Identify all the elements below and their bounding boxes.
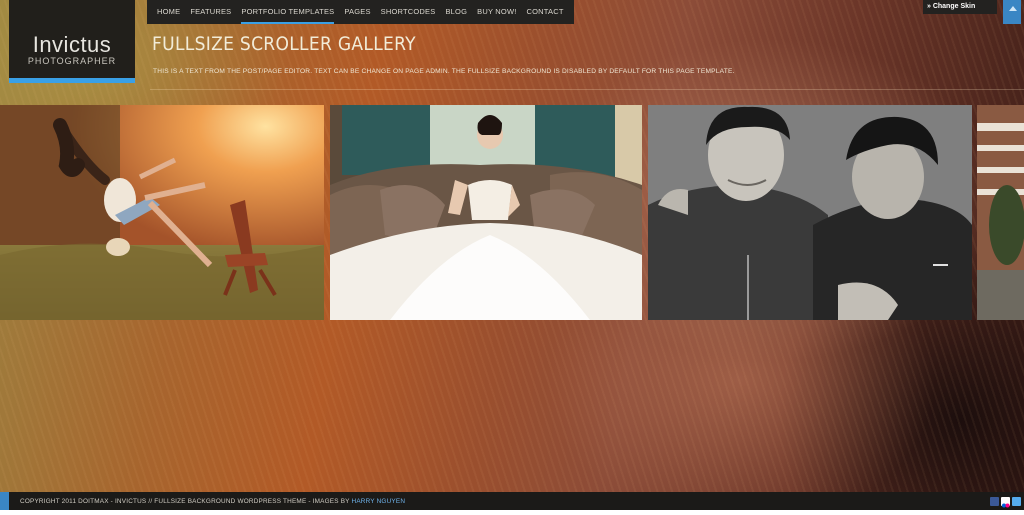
twitter-icon[interactable] — [1012, 497, 1021, 506]
footer-accent-bar — [0, 492, 9, 510]
nav-item-buy-now[interactable]: BUY NOW! — [472, 0, 521, 24]
gallery-image-4[interactable] — [977, 105, 1024, 320]
facebook-icon[interactable] — [990, 497, 999, 506]
nav-item-home[interactable]: HOME — [152, 0, 185, 24]
skin-panel-toggle[interactable] — [1003, 0, 1021, 24]
nav-item-contact[interactable]: CONTACT — [522, 0, 569, 24]
page-intro-text: THIS IS A TEXT FROM THE POST/PAGE EDITOR… — [153, 68, 735, 75]
gallery-image-2[interactable] — [330, 105, 642, 320]
nav-item-portfolio-templates[interactable]: PORTFOLIO TEMPLATES — [236, 0, 339, 24]
logo-tagline: PHOTOGRAPHER — [27, 56, 117, 66]
footer-copyright: COPYRIGHT 2011 DOITMAX - INVICTUS // FUL… — [20, 497, 405, 506]
main-nav: HOME FEATURES PORTFOLIO TEMPLATES PAGES … — [147, 0, 574, 24]
nav-item-blog[interactable]: BLOG — [440, 0, 472, 24]
page-title: FULLSIZE SCROLLER GALLERY — [152, 33, 416, 55]
footer-credit-link[interactable]: HARRY NGUYEN — [352, 498, 406, 505]
nav-item-pages[interactable]: PAGES — [339, 0, 375, 24]
logo[interactable]: Invictus PHOTOGRAPHER — [9, 0, 135, 78]
gallery-image-3[interactable] — [648, 105, 972, 320]
change-skin-button[interactable]: » Change Skin — [923, 0, 997, 14]
footer-copyright-text: COPYRIGHT 2011 DOITMAX - INVICTUS // FUL… — [20, 498, 352, 505]
nav-item-features[interactable]: FEATURES — [185, 0, 236, 24]
logo-name: Invictus — [32, 32, 112, 57]
gallery-image-1[interactable] — [0, 105, 324, 320]
nav-item-shortcodes[interactable]: SHORTCODES — [376, 0, 441, 24]
divider — [150, 89, 1024, 90]
logo-accent-bar — [9, 78, 135, 83]
flickr-icon[interactable] — [1001, 497, 1010, 508]
